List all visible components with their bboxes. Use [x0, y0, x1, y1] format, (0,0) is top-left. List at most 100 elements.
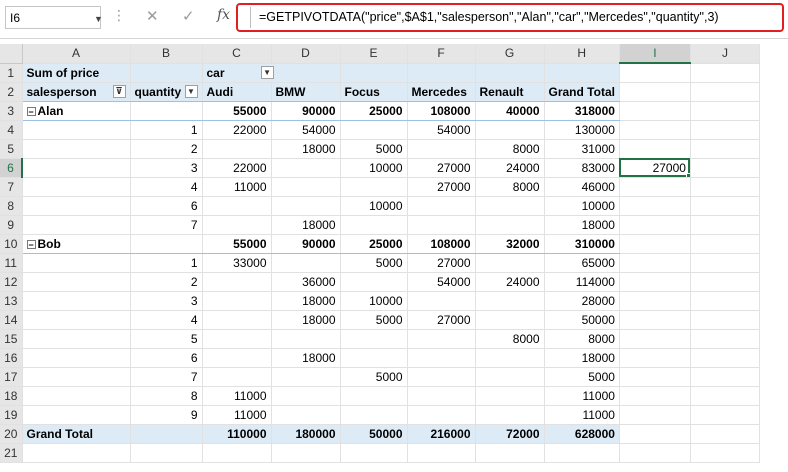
column-filter-dropdown-icon[interactable]: ▼ — [260, 66, 274, 79]
cell[interactable] — [690, 348, 760, 368]
quantity-cell[interactable]: 4 — [130, 177, 203, 197]
column-header-c[interactable]: C — [202, 44, 272, 64]
row-header-8[interactable]: 8 — [0, 196, 23, 216]
pivot-col-header[interactable]: Grand Total — [544, 82, 620, 102]
cell[interactable] — [407, 443, 476, 463]
pivot-value-cell[interactable]: 28000 — [544, 291, 620, 311]
row-field-salesperson-cell[interactable]: salesperson ⊽ — [22, 82, 131, 102]
pivot-value-cell[interactable]: 22000 — [202, 120, 272, 140]
row-header-11[interactable]: 11 — [0, 253, 23, 273]
pivot-value-cell[interactable]: 18000 — [544, 215, 620, 235]
quantity-cell[interactable]: 9 — [130, 405, 203, 425]
pivot-value-cell[interactable]: 114000 — [544, 272, 620, 292]
pivot-value-cell[interactable] — [271, 405, 341, 425]
pivot-value-cell[interactable]: 25000 — [340, 234, 408, 254]
pivot-value-cell[interactable]: 10000 — [340, 291, 408, 311]
pivot-value-cell[interactable]: 27000 — [407, 253, 476, 273]
cell[interactable] — [619, 424, 691, 444]
cell[interactable] — [690, 139, 760, 159]
cell[interactable] — [271, 443, 341, 463]
pivot-value-cell[interactable] — [407, 405, 476, 425]
cell[interactable] — [619, 291, 691, 311]
pivot-value-cell[interactable] — [475, 386, 545, 406]
pivot-value-cell[interactable] — [202, 139, 272, 159]
pivot-value-cell[interactable] — [202, 348, 272, 368]
pivot-value-cell[interactable]: 8000 — [475, 177, 545, 197]
pivot-value-cell[interactable]: 55000 — [202, 101, 272, 121]
pivot-value-cell[interactable] — [271, 158, 341, 178]
cell[interactable] — [619, 196, 691, 216]
pivot-value-cell[interactable]: 18000 — [271, 348, 341, 368]
pivot-value-cell[interactable]: 8000 — [544, 329, 620, 349]
pivot-value-cell[interactable] — [407, 291, 476, 311]
pivot-value-cell[interactable]: 5000 — [544, 367, 620, 387]
cell[interactable] — [690, 177, 760, 197]
cell[interactable] — [690, 329, 760, 349]
cell[interactable] — [544, 443, 620, 463]
cell[interactable] — [130, 424, 203, 444]
row-header-1[interactable]: 1 — [0, 63, 23, 83]
cell[interactable] — [202, 443, 272, 463]
row-header-10[interactable]: 10 — [0, 234, 23, 254]
pivot-value-cell[interactable]: 83000 — [544, 158, 620, 178]
collapse-minus-icon[interactable]: − — [26, 106, 36, 116]
pivot-value-cell[interactable] — [340, 177, 408, 197]
chevron-down-icon[interactable]: ▼ — [94, 14, 103, 24]
quantity-cell[interactable]: 4 — [130, 310, 203, 330]
cell[interactable] — [22, 443, 131, 463]
pivot-cell[interactable] — [475, 63, 545, 83]
pivot-value-cell[interactable] — [407, 367, 476, 387]
pivot-value-cell[interactable] — [271, 329, 341, 349]
column-header-e[interactable]: E — [340, 44, 408, 64]
quantity-cell[interactable]: 1 — [130, 120, 203, 140]
quantity-cell[interactable]: 1 — [130, 253, 203, 273]
cell[interactable] — [475, 443, 545, 463]
pivot-value-cell[interactable] — [340, 215, 408, 235]
cell[interactable] — [619, 310, 691, 330]
cell[interactable] — [22, 139, 131, 159]
pivot-value-cell[interactable] — [202, 215, 272, 235]
cell[interactable] — [619, 63, 691, 83]
cell[interactable] — [690, 253, 760, 273]
cell[interactable] — [619, 139, 691, 159]
cell[interactable] — [340, 443, 408, 463]
pivot-value-cell[interactable]: 18000 — [271, 310, 341, 330]
cell[interactable] — [22, 348, 131, 368]
pivot-value-cell[interactable] — [407, 196, 476, 216]
pivot-value-cell[interactable] — [475, 291, 545, 311]
column-header-b[interactable]: B — [130, 44, 203, 64]
grand-total-value[interactable]: 628000 — [544, 424, 620, 444]
pivot-value-cell[interactable]: 27000 — [407, 177, 476, 197]
select-all-corner[interactable] — [0, 44, 23, 64]
pivot-value-cell[interactable]: 10000 — [340, 196, 408, 216]
pivot-value-cell[interactable] — [475, 215, 545, 235]
cell[interactable] — [619, 348, 691, 368]
pivot-value-cell[interactable] — [407, 329, 476, 349]
pivot-value-cell[interactable]: 32000 — [475, 234, 545, 254]
quantity-cell[interactable]: 8 — [130, 386, 203, 406]
pivot-value-cell[interactable]: 310000 — [544, 234, 620, 254]
selected-cell-i6[interactable]: 27000 — [619, 158, 691, 178]
pivot-value-cell[interactable]: 65000 — [544, 253, 620, 273]
cell[interactable] — [619, 101, 691, 121]
pivot-value-cell[interactable] — [202, 310, 272, 330]
pivot-col-field-cell[interactable]: car ▼ — [202, 63, 341, 83]
quantity-cell[interactable]: 6 — [130, 348, 203, 368]
pivot-value-cell[interactable] — [202, 329, 272, 349]
quantity-cell[interactable]: 7 — [130, 367, 203, 387]
pivot-col-header[interactable]: Audi — [202, 82, 272, 102]
cell[interactable] — [22, 291, 131, 311]
pivot-value-cell[interactable]: 11000 — [544, 386, 620, 406]
cell[interactable] — [619, 272, 691, 292]
cell[interactable] — [22, 272, 131, 292]
enter-icon[interactable]: ✓ — [182, 7, 195, 25]
pivot-value-cell[interactable]: 8000 — [475, 329, 545, 349]
quantity-cell[interactable]: 6 — [130, 196, 203, 216]
row-header-14[interactable]: 14 — [0, 310, 23, 330]
pivot-value-cell[interactable]: 8000 — [475, 139, 545, 159]
pivot-value-cell[interactable]: 22000 — [202, 158, 272, 178]
chevron-down-icon[interactable]: ▼ — [184, 85, 198, 98]
collapse-minus-icon[interactable]: − — [26, 239, 36, 249]
quantity-cell[interactable]: 2 — [130, 272, 203, 292]
cell[interactable] — [690, 196, 760, 216]
